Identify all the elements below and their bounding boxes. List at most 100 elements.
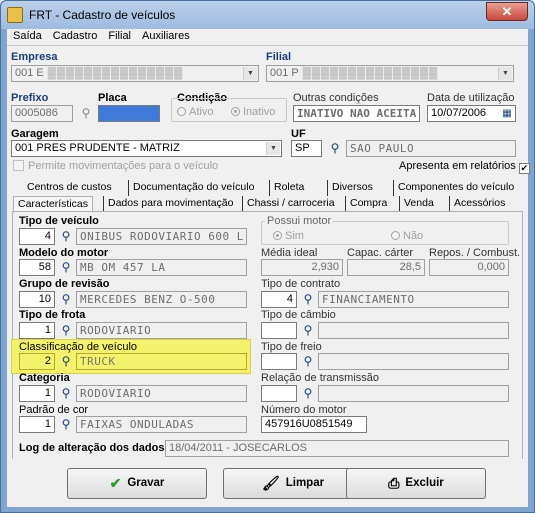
form-client-area: Empresa 001 E ▓▓▓▓▓▓▓▓▓▓▓▓▓▓▓ ▼ Filial 00… [7,45,530,507]
binoculars-icon[interactable]: ⚲ [299,385,317,402]
binoculars-icon[interactable]: ⚲ [299,291,317,308]
binoculars-icon[interactable]: ⚲ [57,353,75,370]
binoculars-icon[interactable]: ⚲ [77,105,95,122]
tab-compra[interactable]: Compra [345,196,391,212]
app-icon [7,7,23,23]
tab-componentes-do-veiculo[interactable]: Componentes do veículo [393,180,518,196]
tab-diversos[interactable]: Diversos [327,180,377,196]
modelo-motor-desc: MB OM 457 LA [76,259,247,276]
tipo-freio-label: Tipo de freio [261,341,322,353]
binoculars-icon[interactable]: ⚲ [299,353,317,370]
prefixo-label: Prefixo [11,92,49,104]
tab-venda[interactable]: Venda [399,196,438,212]
empresa-select[interactable]: 001 E ▓▓▓▓▓▓▓▓▓▓▓▓▓▓▓ ▼ [11,65,259,82]
garagem-label: Garagem [11,128,59,140]
classificacao-veiculo-label: Classificação de veículo [19,341,138,353]
numero-motor-field[interactable]: 457916U0851549 [261,416,367,433]
modelo-motor-code[interactable]: 58 [19,259,55,276]
padrao-cor-desc: FAIXAS ONDULADAS [76,416,247,433]
close-button[interactable]: ✕ [486,2,528,21]
relacao-transmissao-desc [318,385,509,402]
tipo-veiculo-code[interactable]: 4 [19,228,55,245]
tab-documentacao-do-veiculo[interactable]: Documentação do veículo [128,180,258,196]
menu-saida[interactable]: Saída [7,29,47,42]
brush-icon: 🖌 [261,475,280,491]
tipo-freio-code[interactable] [261,353,297,370]
grupo-revisao-label: Grupo de revisão [19,278,110,290]
categoria-code[interactable]: 1 [19,385,55,402]
tab-acessorios[interactable]: Acessórios [449,196,509,212]
radio-ativo[interactable]: Ativo [177,106,213,118]
apresenta-relatorios-checkbox[interactable]: Apresenta em relatórios ✔ [399,160,534,174]
binoculars-icon[interactable]: ⚲ [57,291,75,308]
binoculars-icon[interactable]: ⚲ [57,259,75,276]
padrao-cor-code[interactable]: 1 [19,416,55,433]
tab-caracteristicas[interactable]: Características [13,196,94,212]
tipo-veiculo-desc: ONIBUS RODOVIARIO 600 L [76,228,247,245]
categoria-desc: RODOVIARIO [76,385,247,402]
tipo-cambio-label: Tipo de câmbio [261,309,336,321]
placa-field[interactable] [98,105,160,122]
filial-select[interactable]: 001 P ▓▓▓▓▓▓▓▓▓▓▓▓▓▓▓ ▼ [266,65,514,82]
window-title: FRT - Cadastro de veículos [29,8,176,22]
relacao-transmissao-code[interactable] [261,385,297,402]
data-utilizacao-label: Data de utilização [427,92,515,104]
tipo-contrato-label: Tipo de contrato [261,278,341,290]
gravar-button[interactable]: ✔ Gravar [67,468,207,499]
tab-dados-para-movimentacao[interactable]: Dados para movimentação [103,196,237,212]
uf-label: UF [291,128,306,140]
grupo-revisao-desc: MERCEDES BENZ O-500 [76,291,247,308]
menu-auxiliares[interactable]: Auxiliares [136,29,195,42]
app-window: FRT - Cadastro de veículos ✕ Saída Cadast… [0,0,535,513]
uf-city-field: SAO PAULO [346,140,516,157]
repos-combust-label: Repos. / Combust. [429,247,521,259]
radio-sim[interactable]: Sim [273,230,304,242]
padrao-cor-label: Padrão de cor [19,404,89,416]
calendar-icon[interactable]: ▦ [498,105,516,122]
capac-carter-label: Capac. cárter [347,247,414,259]
permite-movimentacoes-checkbox[interactable]: Permite movimentações para o veículo [13,160,218,172]
log-alteracao-label: Log de alteração dos dados [19,442,165,454]
chevron-down-icon: ▼ [243,67,257,80]
radio-inativo[interactable]: Inativo [231,106,275,118]
log-alteracao-field: 18/04/2011 - JOSECARLOS [165,440,509,457]
tipo-veiculo-label: Tipo de veículo [19,215,99,227]
outras-condicoes-label: Outras condições [293,92,379,104]
possui-motor-label: Possui motor [265,215,334,227]
binoculars-icon[interactable]: ⚲ [57,385,75,402]
tipo-contrato-desc: FINANCIAMENTO [318,291,509,308]
media-ideal-field: 2,930 [261,259,343,276]
tab-roleta[interactable]: Roleta [269,180,308,196]
empresa-label: Empresa [11,51,58,63]
tipo-contrato-code[interactable]: 4 [261,291,297,308]
tipo-cambio-desc [318,322,509,339]
radio-nao[interactable]: Não [391,230,423,242]
tipo-cambio-code[interactable] [261,322,297,339]
binoculars-icon[interactable]: ⚲ [57,416,75,433]
menu-filial[interactable]: Filial [102,29,136,42]
categoria-label: Categoria [19,372,70,384]
media-ideal-label: Média ideal [261,247,318,259]
limpar-button[interactable]: 🖌 Limpar [223,468,363,499]
tipo-frota-code[interactable]: 1 [19,322,55,339]
garagem-select[interactable]: 001 PRES PRUDENTE - MATRIZ ▼ [11,140,282,157]
uf-field[interactable]: SP [291,140,322,157]
outras-condicoes-field[interactable]: INATIVO NAO ACEITA N [293,105,420,122]
filial-label: Filial [266,51,292,63]
binoculars-icon[interactable]: ⚲ [57,322,75,339]
placa-label: Placa [98,92,127,104]
printer-icon: ⎙ [388,475,400,491]
tab-centros-de-custos[interactable]: Centros de custos [23,180,116,196]
relacao-transmissao-label: Relação de transmissão [261,372,380,384]
binoculars-icon[interactable]: ⚲ [299,322,317,339]
grupo-revisao-code[interactable]: 10 [19,291,55,308]
classificacao-veiculo-code[interactable]: 2 [19,353,55,370]
tab-chassi-carroceria[interactable]: Chassi / carroceria [242,196,339,212]
menu-cadastro[interactable]: Cadastro [47,29,103,42]
binoculars-icon[interactable]: ⚲ [326,140,344,157]
prefixo-field[interactable]: 0005086 [11,105,73,122]
excluir-button[interactable]: ⎙ Excluir [346,468,486,499]
binoculars-icon[interactable]: ⚲ [57,228,75,245]
button-bar: ✔ Gravar 🖌 Limpar ⎙ Excluir [7,459,528,507]
title-bar: FRT - Cadastro de veículos ✕ [1,1,534,29]
